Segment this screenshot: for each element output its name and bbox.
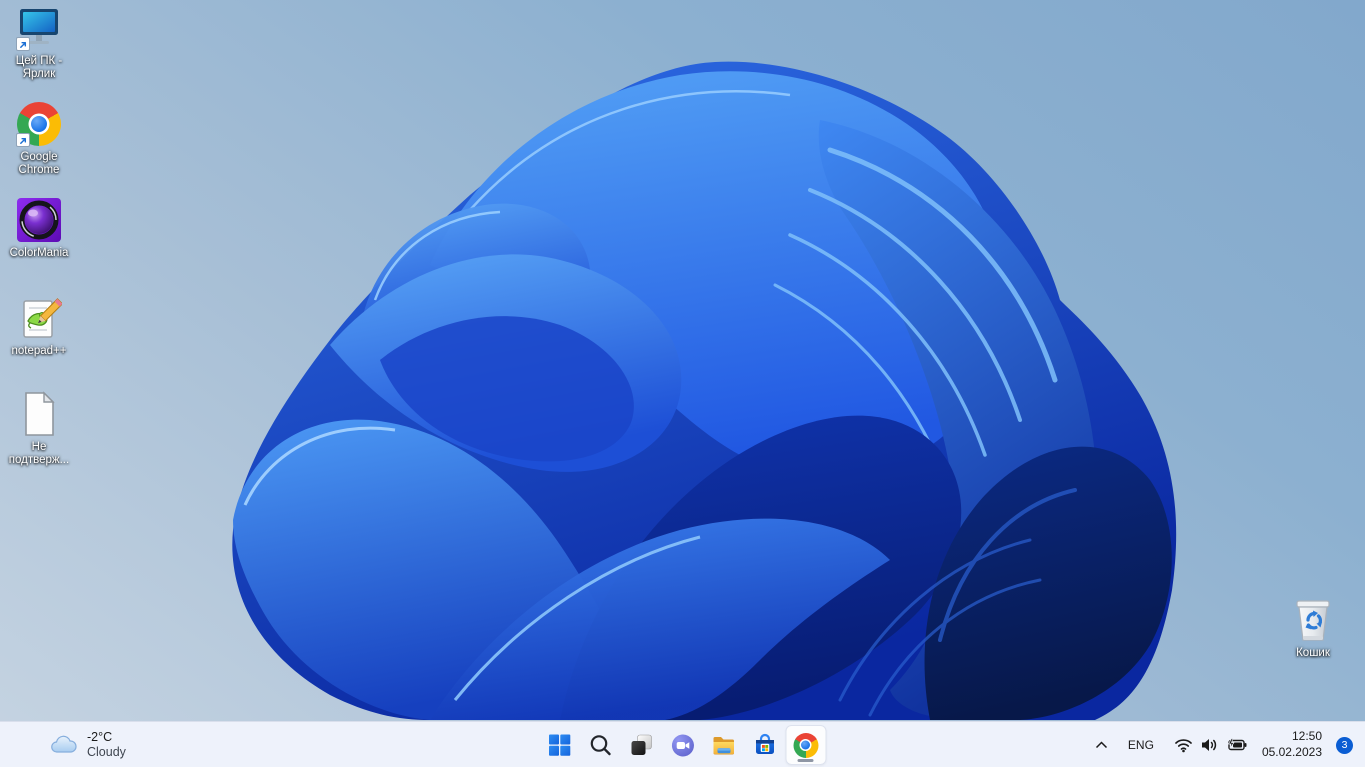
quick-settings-button[interactable] [1165, 725, 1256, 765]
windows-logo-icon [549, 734, 571, 756]
shortcut-arrow-icon [16, 133, 30, 147]
taskbar-center-icons [539, 722, 826, 767]
this-pc-icon [15, 4, 63, 52]
taskbar: -2°C Cloudy ENG 12:50 05.02.2023 3 [0, 721, 1365, 767]
search-icon [590, 735, 611, 756]
microsoft-store-button[interactable] [744, 725, 785, 765]
wifi-icon [1175, 739, 1192, 753]
desktop-icon-chrome[interactable]: Google Chrome [0, 100, 78, 177]
desktop-icon-recycle-bin[interactable]: Кошик [1274, 596, 1352, 660]
chevron-up-icon [1095, 741, 1107, 749]
battery-charging-icon [1227, 738, 1247, 751]
system-tray: ENG 12:50 05.02.2023 3 [1086, 722, 1357, 767]
volume-icon [1201, 739, 1217, 751]
chat-button[interactable] [662, 725, 703, 765]
document-icon [15, 390, 63, 438]
cloud-icon [51, 735, 77, 753]
file-explorer-button[interactable] [703, 725, 744, 765]
desktop-icon-label: Google Chrome [18, 151, 60, 177]
desktop-icon-notepadpp[interactable]: notepad++ [0, 294, 78, 358]
desktop-icon-unconfirmed-file[interactable]: Не подтверж... [0, 390, 78, 467]
shortcut-arrow-icon [16, 37, 30, 51]
desktop-icon-label: Не подтверж... [8, 441, 70, 467]
windows-desktop: Цей ПК - Ярлик Google Chrome ColorMania … [0, 0, 1365, 767]
desktop-icon-label: notepad++ [11, 345, 67, 357]
tray-date: 05.02.2023 [1261, 745, 1322, 759]
microsoft-store-icon [755, 733, 774, 754]
task-view-button[interactable] [621, 725, 662, 765]
language-indicator[interactable]: ENG [1117, 725, 1165, 765]
bloom-wallpaper-art [232, 61, 1177, 720]
running-app-indicator [797, 759, 814, 762]
chat-icon [671, 733, 694, 756]
wallpaper [0, 0, 1365, 767]
desktop-icon-this-pc[interactable]: Цей ПК - Ярлик [0, 4, 78, 81]
weather-temperature: -2°C [87, 730, 113, 745]
desktop-icon-label: Цей ПК - Ярлик [15, 55, 63, 81]
widgets-button[interactable]: -2°C Cloudy [40, 722, 136, 767]
search-button[interactable] [580, 725, 621, 765]
start-button[interactable] [539, 725, 580, 765]
weather-condition: Cloudy [87, 745, 126, 759]
chrome-icon [15, 100, 63, 148]
clock[interactable]: 12:50 05.02.2023 [1256, 725, 1328, 765]
tray-time: 12:50 [1291, 729, 1322, 744]
recycle-bin-icon [1289, 596, 1337, 644]
desktop-icon-label: ColorMania [9, 247, 69, 259]
task-view-icon [631, 734, 652, 755]
file-explorer-icon [713, 736, 734, 754]
desktop-icon-colormania[interactable]: ColorMania [0, 196, 78, 260]
desktop-icon-label: Кошик [1296, 647, 1330, 659]
chrome-icon [793, 732, 818, 758]
colormania-icon [15, 196, 63, 244]
tray-overflow-button[interactable] [1086, 725, 1117, 765]
notification-badge[interactable]: 3 [1336, 736, 1353, 754]
chrome-taskbar-button[interactable] [785, 725, 826, 765]
notepad-plus-plus-icon [15, 294, 63, 342]
